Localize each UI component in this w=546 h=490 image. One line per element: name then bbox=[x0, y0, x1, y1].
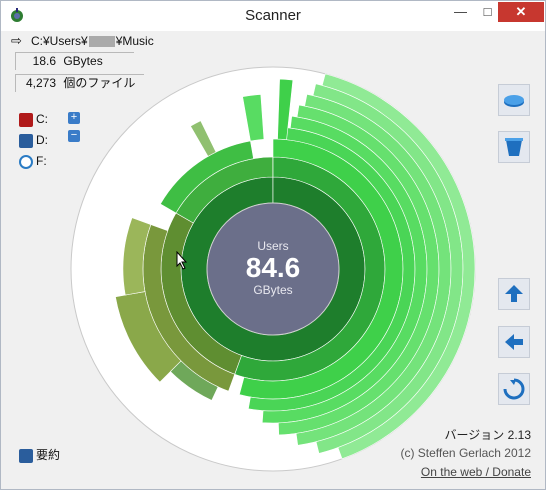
scanner-window: Scanner — □ ✕ ⇨ C:¥Users¥ ¥Music 18.6 GByt… bbox=[0, 0, 546, 490]
sunburst-chart[interactable] bbox=[1, 1, 545, 489]
copyright-label: (c) Steffen Gerlach 2012 bbox=[400, 446, 531, 460]
summary-icon bbox=[19, 448, 33, 463]
back-button[interactable] bbox=[498, 326, 530, 358]
center-disc[interactable] bbox=[206, 202, 340, 336]
recycle-bin-button[interactable] bbox=[498, 131, 530, 163]
go-up-button[interactable] bbox=[498, 278, 530, 310]
recycle-bin-icon bbox=[505, 138, 523, 156]
refresh-button[interactable] bbox=[498, 373, 530, 405]
summary-label: 要約 bbox=[36, 448, 61, 462]
open-drive-icon bbox=[504, 95, 524, 107]
back-icon bbox=[505, 334, 523, 350]
go-up-icon bbox=[505, 285, 523, 302]
summary-button[interactable]: 要約 bbox=[19, 446, 60, 463]
version-label: バージョン 2.13 bbox=[444, 428, 531, 442]
refresh-icon bbox=[503, 378, 525, 400]
web-donate-link[interactable]: On the web / Donate bbox=[421, 465, 531, 479]
mouse-cursor-icon bbox=[176, 251, 188, 270]
open-drive-button[interactable] bbox=[498, 84, 530, 116]
